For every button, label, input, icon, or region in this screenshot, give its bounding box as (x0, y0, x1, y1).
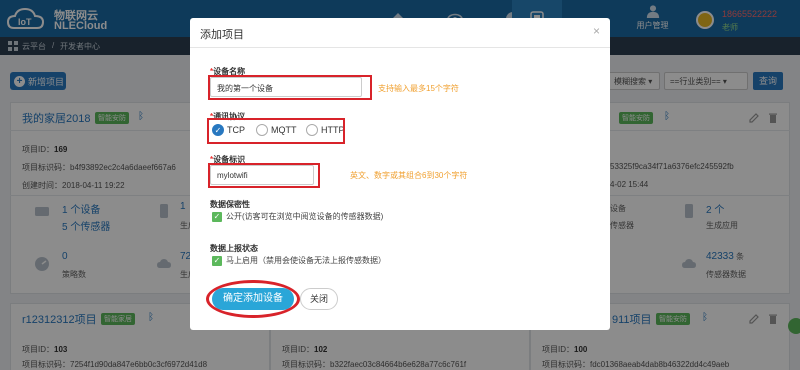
highlight-box (208, 75, 372, 100)
report-label: 数据上报状态 (210, 244, 258, 253)
close-button[interactable]: 关闭 (300, 288, 338, 310)
checkbox-checked-icon: ✓ (212, 211, 222, 222)
close-icon[interactable]: × (593, 24, 600, 38)
privacy-label: 数据保密性 (210, 200, 250, 209)
device-ident-hint: 英文、数字或其组合6到30个字符 (350, 171, 468, 180)
device-name-hint: 支持输入最多15个字符 (378, 84, 459, 93)
add-project-dialog: 添加项目 × *设备名称 我的第一个设备 支持输入最多15个字符 *通讯协议 ✓… (190, 18, 610, 330)
divider (190, 47, 610, 48)
highlight-box (207, 118, 345, 144)
highlight-box (208, 163, 320, 188)
privacy-checkbox[interactable]: ✓ 公开(访客可在浏览中阅览设备的传感器数据) (212, 211, 383, 222)
checkbox-checked-icon: ✓ (212, 255, 222, 266)
dialog-title: 添加项目 (200, 29, 244, 41)
report-checkbox[interactable]: ✓ 马上启用（禁用会使设备无法上报传感数据） (212, 255, 386, 266)
highlight-ring (206, 280, 300, 318)
